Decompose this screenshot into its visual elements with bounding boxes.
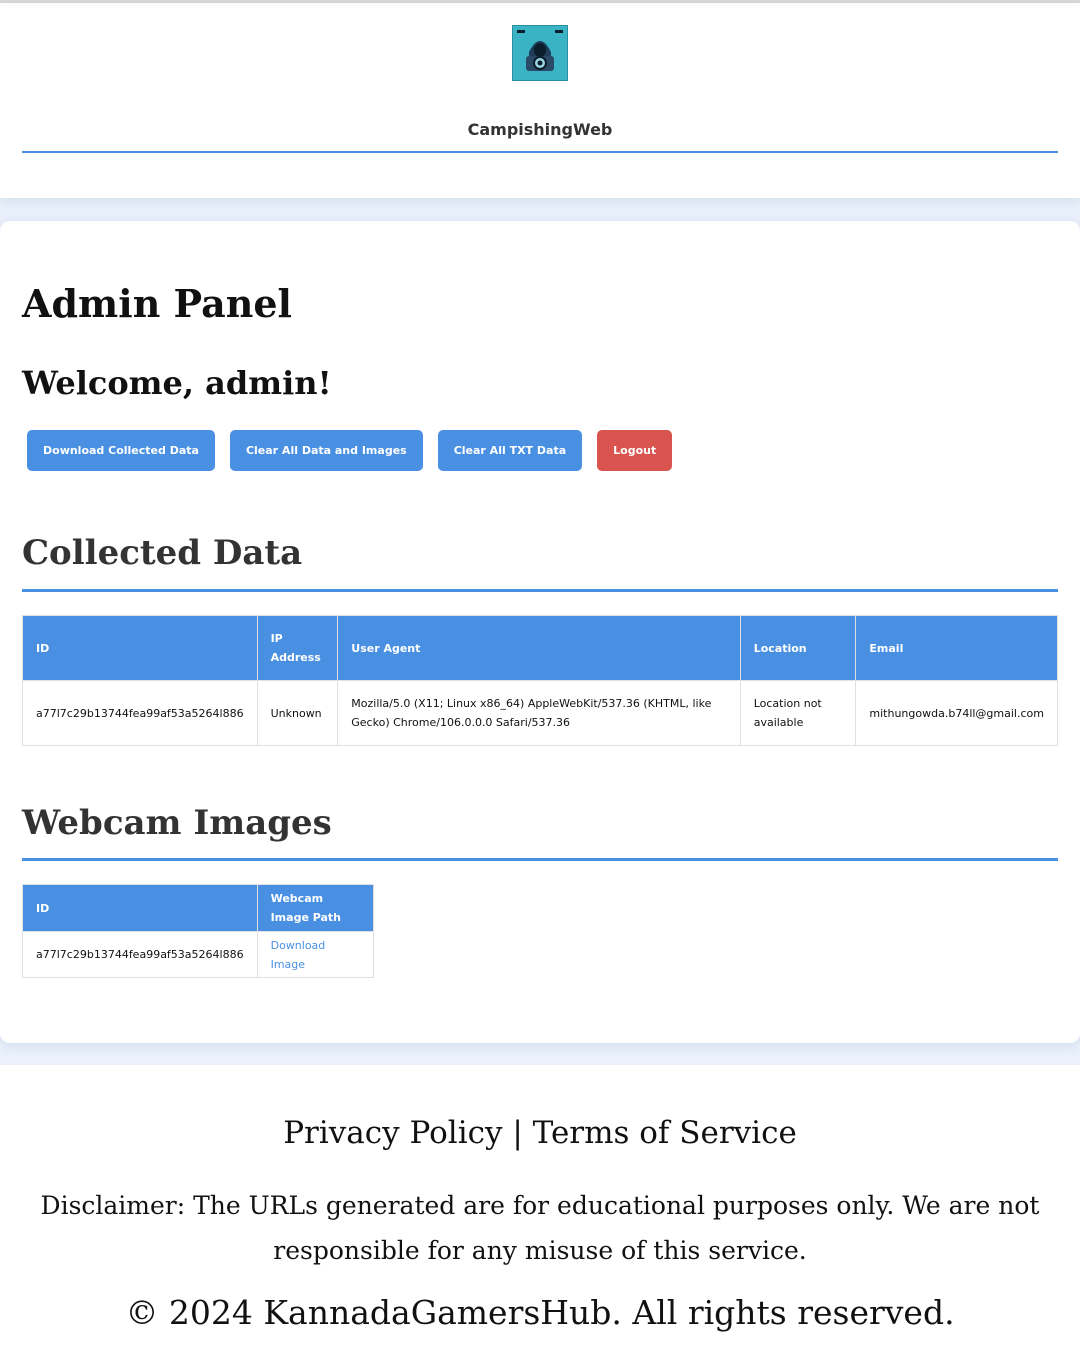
site-logo — [512, 25, 568, 81]
column-header-id: ID — [22, 615, 258, 681]
footer-link-separator: | — [512, 1115, 523, 1151]
clear-all-data-and-images-button[interactable]: Clear All Data and Images — [229, 430, 423, 471]
welcome-heading: Welcome, admin! — [22, 364, 332, 402]
hooded-hacker-webcam-logo-icon — [515, 28, 565, 78]
download-image-link[interactable]: Download Image — [271, 939, 326, 971]
cell-user-agent: Mozilla/5.0 (X11; Linux x86_64) AppleWeb… — [337, 680, 741, 746]
collected-data-divider — [22, 589, 1058, 592]
logout-button[interactable]: Logout — [597, 430, 673, 471]
page-title: Admin Panel — [22, 281, 292, 326]
table-row: a77l7c29b13744fea99af53a5264l886 Downloa… — [22, 931, 375, 978]
terms-of-service-link[interactable]: Terms of Service — [533, 1115, 797, 1151]
column-header-user-agent: User Agent — [337, 615, 741, 681]
collected-data-heading: Collected Data — [22, 533, 303, 573]
table-row: a77l7c29b13744fea99af53a5264l886 Unknown… — [22, 680, 1058, 746]
site-header: CampishingWeb — [0, 6, 1080, 198]
clear-all-txt-data-button[interactable]: Clear All TXT Data — [437, 430, 583, 471]
copyright-text: © 2024 KannadaGamersHub. All rights rese… — [125, 1293, 955, 1332]
site-name: CampishingWeb — [467, 120, 613, 139]
footer-links: Privacy Policy | Terms of Service — [0, 1115, 1080, 1151]
collected-data-table: ID IP Address User Agent Location Email … — [22, 615, 1058, 746]
action-buttons: Download Collected Data Clear All Data a… — [27, 430, 673, 471]
cell-id: a77l7c29b13744fea99af53a5264l886 — [22, 931, 258, 978]
cell-email: mithungowda.b74ll@gmail.com — [855, 680, 1058, 746]
cell-location: Location not available — [739, 680, 857, 746]
webcam-images-heading: Webcam Images — [22, 803, 332, 843]
column-header-webcam-image-path: Webcam Image Path — [256, 884, 375, 932]
disclaimer-text: Disclaimer: The URLs generated are for e… — [40, 1191, 1040, 1265]
table-header-row: ID IP Address User Agent Location Email — [22, 615, 1058, 681]
column-header-ip-address: IP Address — [256, 615, 339, 681]
column-header-location: Location — [739, 615, 857, 681]
site-footer: Privacy Policy | Terms of Service Discla… — [0, 1065, 1080, 1345]
column-header-id: ID — [22, 884, 258, 932]
admin-panel: Admin Panel Welcome, admin! Download Col… — [0, 221, 1080, 1043]
cell-ip-address: Unknown — [256, 680, 339, 746]
column-header-email: Email — [855, 615, 1058, 681]
webcam-images-divider — [22, 858, 1058, 861]
header-divider — [22, 151, 1058, 153]
privacy-policy-link[interactable]: Privacy Policy — [283, 1115, 502, 1151]
cell-image-path: Download Image — [256, 931, 375, 978]
webcam-images-table: ID Webcam Image Path a77l7c29b13744fea99… — [22, 884, 375, 978]
download-collected-data-button[interactable]: Download Collected Data — [27, 430, 215, 471]
cell-id: a77l7c29b13744fea99af53a5264l886 — [22, 680, 258, 746]
table-header-row: ID Webcam Image Path — [22, 884, 375, 932]
